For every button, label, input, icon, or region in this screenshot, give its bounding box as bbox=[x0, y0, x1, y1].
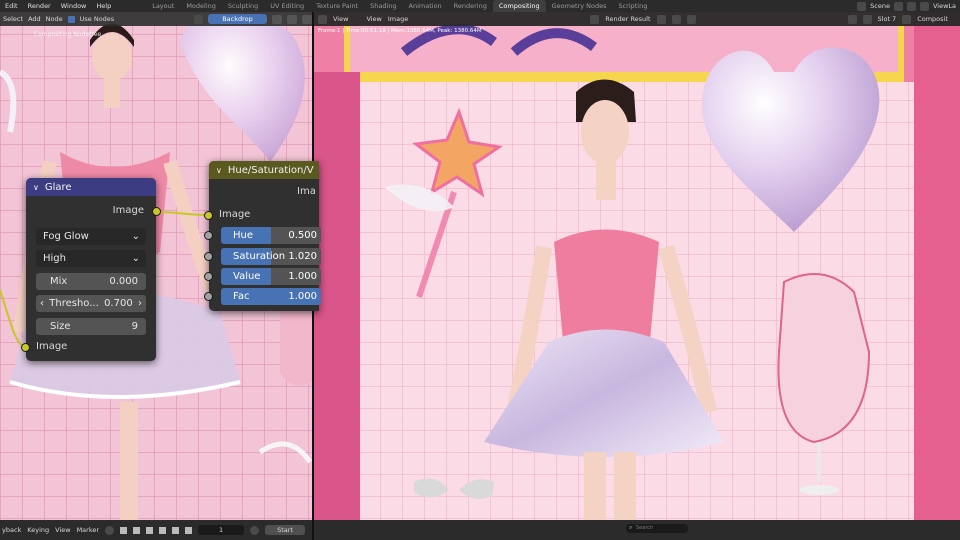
image-viewer-area[interactable] bbox=[314, 12, 960, 520]
saturation-socket[interactable] bbox=[204, 252, 213, 261]
display-channels-icon[interactable] bbox=[902, 14, 912, 24]
chevron-down-icon: ⌄ bbox=[131, 253, 140, 264]
hue-image-input-label: Image bbox=[219, 209, 251, 220]
size-value: 9 bbox=[131, 321, 138, 332]
hue-value: 0.500 bbox=[288, 230, 317, 241]
next-keyframe-icon[interactable] bbox=[172, 526, 180, 534]
value-value: 1.000 bbox=[288, 271, 317, 282]
glare-input-socket[interactable] bbox=[21, 343, 30, 352]
threshold-label: Thresho... bbox=[49, 298, 99, 309]
mix-label: Mix bbox=[50, 276, 68, 287]
play-icon[interactable] bbox=[159, 526, 167, 534]
threshold-value: 0.700 bbox=[104, 298, 133, 309]
hue-saturation-node[interactable]: ∨ Hue/Saturation/V Ima Image Hue 0.500 S… bbox=[204, 161, 321, 311]
hue-node-header[interactable]: ∨ Hue/Saturation/V bbox=[209, 161, 319, 179]
hue-label: Hue bbox=[233, 230, 254, 241]
fac-value: 1.000 bbox=[288, 291, 317, 302]
search-icon: ⌕ bbox=[629, 524, 633, 531]
value-field[interactable]: Value 1.000 bbox=[221, 268, 321, 285]
image-icon[interactable] bbox=[590, 14, 600, 24]
slot-selector[interactable]: Slot 7 bbox=[878, 15, 897, 23]
mix-value: 0.000 bbox=[109, 276, 138, 287]
tab-rendering[interactable]: Rendering bbox=[448, 0, 493, 12]
jump-end-icon[interactable] bbox=[185, 526, 193, 534]
threshold-field[interactable]: ‹ Thresho... 0.700 › bbox=[36, 295, 146, 312]
overlay-icon[interactable] bbox=[847, 14, 857, 24]
tab-animation[interactable]: Animation bbox=[403, 0, 448, 12]
collapse-chevron-icon[interactable]: ∨ bbox=[216, 166, 222, 175]
shield-icon[interactable] bbox=[656, 14, 666, 24]
gizmo-icon[interactable] bbox=[862, 14, 872, 24]
menu-view-mode[interactable]: View bbox=[333, 15, 348, 23]
size-field[interactable]: Size 9 bbox=[36, 318, 146, 335]
glare-node-header[interactable]: ∨ Glare bbox=[26, 178, 156, 196]
mix-field[interactable]: Mix 0.000 bbox=[36, 273, 146, 290]
glare-input-label: Image bbox=[36, 341, 68, 352]
collapse-chevron-icon[interactable]: ∨ bbox=[33, 183, 39, 192]
quality-value: High bbox=[43, 253, 66, 264]
search-input[interactable]: Search bbox=[626, 524, 688, 533]
tab-scripting[interactable]: Scripting bbox=[612, 0, 653, 12]
clock-icon[interactable] bbox=[250, 525, 260, 535]
menu-view[interactable]: View bbox=[55, 526, 70, 534]
saturation-field[interactable]: Saturation 1.020 bbox=[221, 248, 321, 265]
composite-layer-selector[interactable]: Composit bbox=[917, 15, 948, 23]
value-socket[interactable] bbox=[204, 272, 213, 281]
tab-geometry-nodes[interactable]: Geometry Nodes bbox=[546, 0, 613, 12]
glare-type-value: Fog Glow bbox=[43, 231, 89, 242]
hue-image-input-socket[interactable] bbox=[204, 211, 213, 220]
hue-socket[interactable] bbox=[204, 231, 213, 240]
hue-output-label: Ima bbox=[297, 186, 316, 197]
view-layer-selector[interactable]: ViewLa bbox=[933, 2, 956, 10]
start-frame-field[interactable]: Start bbox=[265, 525, 306, 535]
record-icon[interactable] bbox=[105, 525, 115, 535]
menu-image[interactable]: Image bbox=[388, 15, 408, 23]
chevron-down-icon: ⌄ bbox=[131, 231, 140, 242]
glare-output-label: Image bbox=[112, 205, 144, 216]
menu-keying[interactable]: Keying bbox=[27, 526, 49, 534]
saturation-label: Saturation bbox=[233, 251, 286, 262]
render-result-image bbox=[314, 12, 960, 520]
fac-socket[interactable] bbox=[204, 292, 213, 301]
close-icon[interactable] bbox=[686, 14, 696, 24]
fac-field[interactable]: Fac 1.000 bbox=[221, 288, 321, 305]
hue-node-title: Hue/Saturation/V bbox=[227, 164, 314, 176]
view-layer-icon[interactable] bbox=[919, 1, 929, 11]
scene-icon[interactable] bbox=[857, 1, 867, 11]
size-label: Size bbox=[50, 321, 71, 332]
menu-playback[interactable]: yback bbox=[2, 526, 21, 534]
saturation-value: 1.020 bbox=[288, 251, 317, 262]
glare-node-title: Glare bbox=[44, 181, 72, 193]
menu-marker[interactable]: Marker bbox=[77, 526, 99, 534]
image-selector[interactable]: Render Result bbox=[605, 15, 650, 23]
copy-icon[interactable] bbox=[893, 1, 903, 11]
glare-node[interactable]: ∨ Glare Image Fog Glow ⌄ High ⌄ Mix 0.00… bbox=[21, 178, 161, 361]
decrement-arrow-icon[interactable]: ‹ bbox=[40, 298, 44, 309]
jump-start-icon[interactable] bbox=[120, 526, 128, 534]
value-label: Value bbox=[233, 271, 261, 282]
close-icon[interactable] bbox=[906, 1, 916, 11]
tab-texture-paint[interactable]: Texture Paint bbox=[310, 0, 364, 12]
tab-shading[interactable]: Shading bbox=[364, 0, 402, 12]
image-editor-header: View View Image Render Result Slot 7 Com… bbox=[314, 12, 960, 26]
menu-view[interactable]: View bbox=[366, 15, 381, 23]
render-info-text: Frame:1 | Time:00:51.18 | Mem:1380.64M, … bbox=[318, 28, 482, 34]
glare-type-dropdown[interactable]: Fog Glow ⌄ bbox=[36, 228, 146, 245]
hue-field[interactable]: Hue 0.500 bbox=[221, 227, 321, 244]
tab-compositing[interactable]: Compositing bbox=[492, 0, 546, 12]
fac-label: Fac bbox=[233, 291, 250, 302]
editor-type-icon[interactable] bbox=[318, 14, 327, 24]
increment-arrow-icon[interactable]: › bbox=[138, 298, 142, 309]
scene-selector[interactable]: Scene bbox=[870, 2, 890, 10]
current-frame-field[interactable]: 1 bbox=[198, 525, 245, 535]
copy-icon[interactable] bbox=[671, 14, 681, 24]
quality-dropdown[interactable]: High ⌄ bbox=[36, 250, 146, 267]
play-reverse-icon[interactable] bbox=[146, 526, 154, 534]
previous-keyframe-icon[interactable] bbox=[133, 526, 141, 534]
glare-output-socket[interactable] bbox=[152, 207, 161, 216]
timeline-header: yback Keying View Marker 1 Start bbox=[0, 520, 312, 540]
